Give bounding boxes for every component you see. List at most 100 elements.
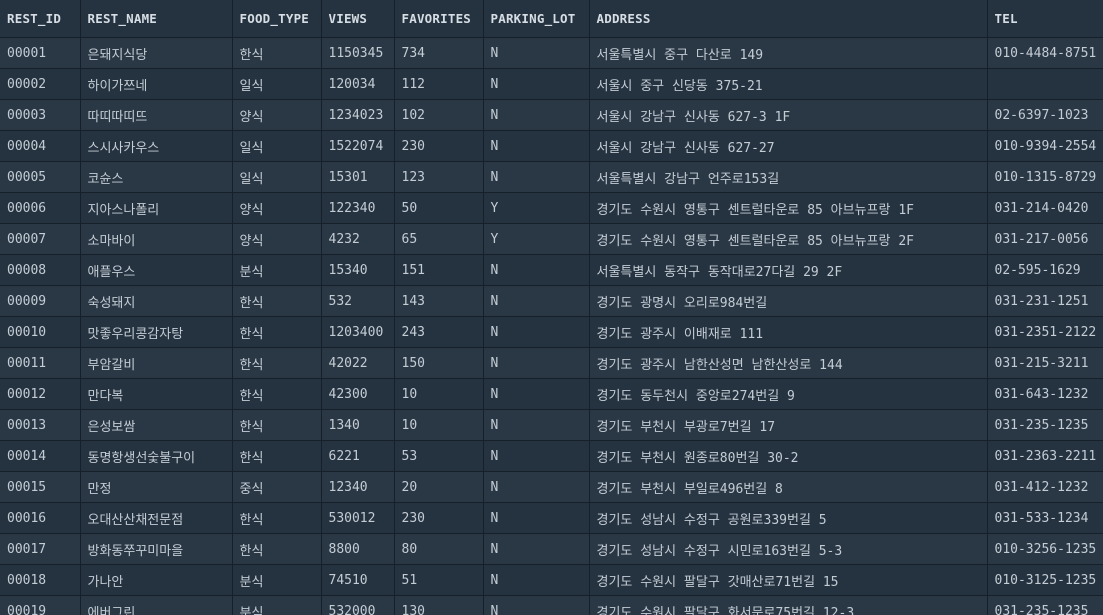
cell-tel[interactable]: 031-643-1232: [987, 378, 1103, 410]
cell-food-type[interactable]: 양식: [232, 99, 322, 131]
cell-address[interactable]: 서울특별시 중구 다산로 149: [589, 37, 988, 69]
cell-favorites[interactable]: 150: [394, 347, 484, 379]
cell-food-type[interactable]: 일식: [232, 130, 322, 162]
cell-rest-id[interactable]: 00013: [0, 409, 81, 441]
cell-favorites[interactable]: 230: [394, 502, 484, 534]
cell-favorites[interactable]: 112: [394, 68, 484, 100]
cell-parking-lot[interactable]: N: [483, 378, 590, 410]
cell-rest-id[interactable]: 00010: [0, 316, 81, 348]
cell-rest-name[interactable]: 에버그린: [80, 595, 233, 615]
cell-rest-name[interactable]: 따띠따띠뜨: [80, 99, 233, 131]
cell-rest-name[interactable]: 맛좋우리콩감자탕: [80, 316, 233, 348]
column-header-parking-lot[interactable]: PARKING_LOT: [483, 0, 590, 38]
table-row[interactable]: 00013 은성보쌈 한식 1340 10 N 경기도 부천시 부광로7번길 17 031-2…: [0, 409, 1103, 441]
cell-favorites[interactable]: 53: [394, 440, 484, 472]
cell-views[interactable]: 42022: [321, 347, 395, 379]
cell-rest-id[interactable]: 00016: [0, 502, 81, 534]
cell-address[interactable]: 경기도 성남시 수정구 시민로163번길 5-3: [589, 533, 988, 565]
cell-food-type[interactable]: 한식: [232, 285, 322, 317]
table-row[interactable]: 00005 코슌스 일식 15301 123 N 서울특별시 강남구 언주로153길 010-…: [0, 161, 1103, 193]
cell-address[interactable]: 서울특별시 강남구 언주로153길: [589, 161, 988, 193]
cell-parking-lot[interactable]: N: [483, 316, 590, 348]
cell-rest-name[interactable]: 만정: [80, 471, 233, 503]
cell-favorites[interactable]: 143: [394, 285, 484, 317]
cell-tel[interactable]: 010-4484-8751: [987, 37, 1103, 69]
cell-parking-lot[interactable]: N: [483, 254, 590, 286]
table-row[interactable]: 00004 스시사카우스 일식 1522074 230 N 서울시 강남구 신사동 627-…: [0, 130, 1103, 162]
cell-views[interactable]: 1522074: [321, 130, 395, 162]
cell-favorites[interactable]: 102: [394, 99, 484, 131]
cell-address[interactable]: 경기도 수원시 팔달구 화서문로75번길 12-3: [589, 595, 988, 615]
cell-parking-lot[interactable]: N: [483, 564, 590, 596]
cell-rest-name[interactable]: 스시사카우스: [80, 130, 233, 162]
cell-parking-lot[interactable]: N: [483, 595, 590, 615]
cell-favorites[interactable]: 151: [394, 254, 484, 286]
column-header-tel[interactable]: TEL: [987, 0, 1103, 38]
cell-tel[interactable]: 031-235-1235: [987, 595, 1103, 615]
cell-views[interactable]: 4232: [321, 223, 395, 255]
cell-food-type[interactable]: 한식: [232, 533, 322, 565]
cell-favorites[interactable]: 123: [394, 161, 484, 193]
cell-rest-id[interactable]: 00001: [0, 37, 81, 69]
table-row[interactable]: 00001 은돼지식당 한식 1150345 734 N 서울특별시 중구 다산로 149 0…: [0, 37, 1103, 69]
column-header-views[interactable]: VIEWS: [321, 0, 395, 38]
cell-rest-id[interactable]: 00005: [0, 161, 81, 193]
cell-views[interactable]: 532000: [321, 595, 395, 615]
cell-parking-lot[interactable]: N: [483, 161, 590, 193]
cell-food-type[interactable]: 양식: [232, 223, 322, 255]
cell-rest-name[interactable]: 부암갈비: [80, 347, 233, 379]
cell-views[interactable]: 12340: [321, 471, 395, 503]
table-row[interactable]: 00002 하이가쯔네 일식 120034 112 N 서울시 중구 신당동 375-21: [0, 68, 1103, 100]
cell-address[interactable]: 경기도 광주시 이배재로 111: [589, 316, 988, 348]
cell-tel[interactable]: 02-595-1629: [987, 254, 1103, 286]
cell-parking-lot[interactable]: N: [483, 471, 590, 503]
column-header-rest-id[interactable]: REST_ID: [0, 0, 81, 38]
cell-food-type[interactable]: 중식: [232, 471, 322, 503]
cell-rest-id[interactable]: 00017: [0, 533, 81, 565]
table-row[interactable]: 00012 만다복 한식 42300 10 N 경기도 동두천시 중앙로274번길 9 031…: [0, 378, 1103, 410]
cell-food-type[interactable]: 일식: [232, 68, 322, 100]
cell-views[interactable]: 1203400: [321, 316, 395, 348]
table-row[interactable]: 00018 가나안 분식 74510 51 N 경기도 수원시 팔달구 갓매산로71번길 1…: [0, 564, 1103, 596]
cell-parking-lot[interactable]: N: [483, 533, 590, 565]
cell-tel[interactable]: 031-214-0420: [987, 192, 1103, 224]
cell-favorites[interactable]: 50: [394, 192, 484, 224]
table-row[interactable]: 00003 따띠따띠뜨 양식 1234023 102 N 서울시 강남구 신사동 627-3…: [0, 99, 1103, 131]
cell-views[interactable]: 42300: [321, 378, 395, 410]
cell-rest-name[interactable]: 오대산산채전문점: [80, 502, 233, 534]
column-header-address[interactable]: ADDRESS: [589, 0, 988, 38]
table-row[interactable]: 00008 애플우스 분식 15340 151 N 서울특별시 동작구 동작대로27다길 2…: [0, 254, 1103, 286]
cell-views[interactable]: 1340: [321, 409, 395, 441]
cell-views[interactable]: 1150345: [321, 37, 395, 69]
cell-tel[interactable]: 031-2351-2122: [987, 316, 1103, 348]
cell-favorites[interactable]: 130: [394, 595, 484, 615]
cell-address[interactable]: 서울특별시 동작구 동작대로27다길 29 2F: [589, 254, 988, 286]
cell-rest-id[interactable]: 00012: [0, 378, 81, 410]
cell-parking-lot[interactable]: N: [483, 347, 590, 379]
cell-address[interactable]: 경기도 부천시 부광로7번길 17: [589, 409, 988, 441]
table-row[interactable]: 00011 부암갈비 한식 42022 150 N 경기도 광주시 남한산성면 남한산성로 …: [0, 347, 1103, 379]
cell-tel[interactable]: 031-533-1234: [987, 502, 1103, 534]
cell-food-type[interactable]: 한식: [232, 37, 322, 69]
cell-parking-lot[interactable]: Y: [483, 192, 590, 224]
cell-rest-name[interactable]: 숙성돼지: [80, 285, 233, 317]
cell-rest-id[interactable]: 00006: [0, 192, 81, 224]
table-row[interactable]: 00016 오대산산채전문점 한식 530012 230 N 경기도 성남시 수정구 공원로…: [0, 502, 1103, 534]
cell-tel[interactable]: 010-3256-1235: [987, 533, 1103, 565]
cell-food-type[interactable]: 한식: [232, 440, 322, 472]
cell-food-type[interactable]: 한식: [232, 502, 322, 534]
cell-tel[interactable]: 031-235-1235: [987, 409, 1103, 441]
cell-rest-name[interactable]: 은성보쌈: [80, 409, 233, 441]
cell-rest-name[interactable]: 소마바이: [80, 223, 233, 255]
cell-parking-lot[interactable]: N: [483, 502, 590, 534]
cell-rest-name[interactable]: 애플우스: [80, 254, 233, 286]
cell-address[interactable]: 경기도 동두천시 중앙로274번길 9: [589, 378, 988, 410]
table-row[interactable]: 00006 지아스나폴리 양식 122340 50 Y 경기도 수원시 영통구 센트럴타운로…: [0, 192, 1103, 224]
cell-rest-id[interactable]: 00007: [0, 223, 81, 255]
cell-food-type[interactable]: 한식: [232, 316, 322, 348]
cell-views[interactable]: 15301: [321, 161, 395, 193]
table-row[interactable]: 00015 만정 중식 12340 20 N 경기도 부천시 부일로496번길 8 031-4…: [0, 471, 1103, 503]
cell-views[interactable]: 530012: [321, 502, 395, 534]
cell-parking-lot[interactable]: N: [483, 37, 590, 69]
cell-rest-id[interactable]: 00009: [0, 285, 81, 317]
